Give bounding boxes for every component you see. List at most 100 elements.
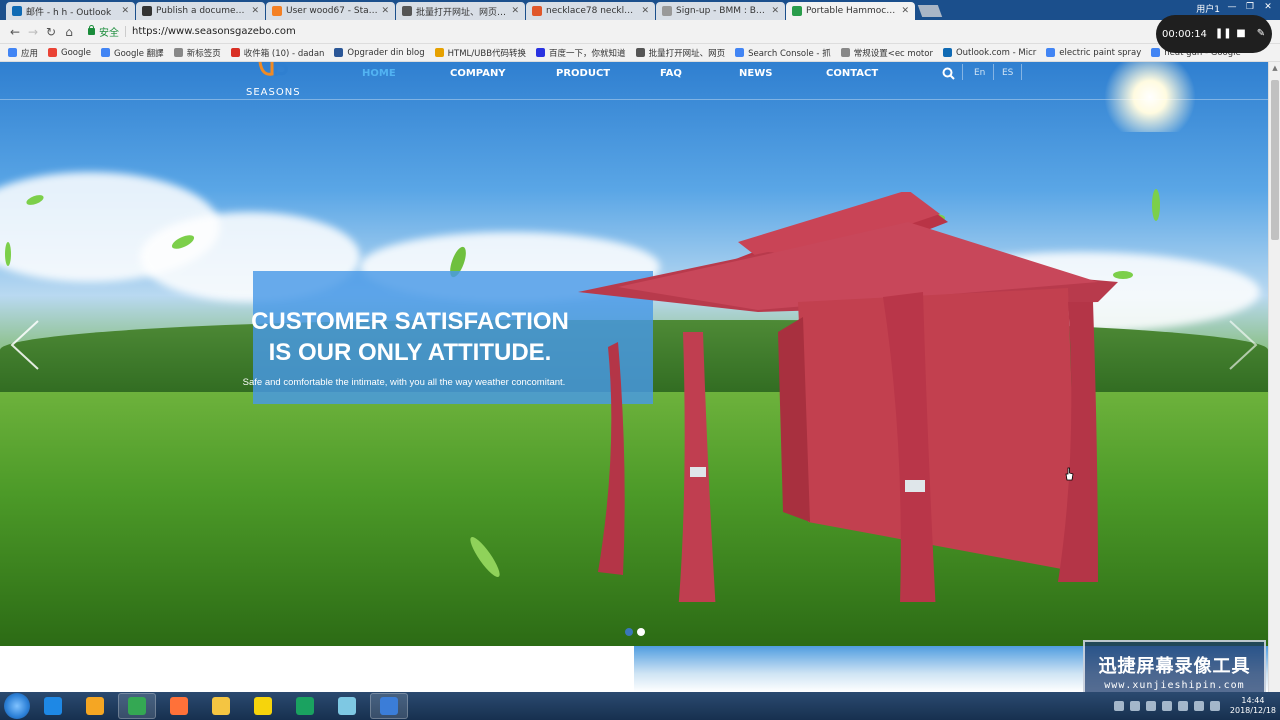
clock-time: 14:44 xyxy=(1241,696,1265,705)
nav-faq[interactable]: FAQ xyxy=(660,68,682,79)
minimize-button[interactable]: — xyxy=(1224,1,1240,13)
language-en[interactable]: En xyxy=(974,68,985,78)
browser-tab[interactable]: 批量打开网址、网页、网 ✕ xyxy=(396,2,525,20)
notes-icon xyxy=(254,697,272,715)
bookmark-item[interactable]: Google xyxy=(48,48,91,58)
maximize-button[interactable]: ❐ xyxy=(1242,1,1258,13)
stop-button[interactable]: ■ xyxy=(1235,28,1247,40)
tab-close-icon[interactable]: ✕ xyxy=(901,6,909,16)
back-button[interactable]: ← xyxy=(6,25,24,39)
chrome-icon xyxy=(128,697,146,715)
bookmark-label: HTML/UBB代码转换 xyxy=(447,48,527,59)
taskbar-app[interactable] xyxy=(370,693,408,719)
start-button-icon[interactable] xyxy=(4,693,30,719)
bookmark-item[interactable]: 收件箱 (10) - dadan xyxy=(230,47,325,59)
volume-icon[interactable] xyxy=(1209,701,1220,711)
window-controls: — ❐ ✕ xyxy=(1224,1,1276,13)
prev-slide-arrow-icon[interactable] xyxy=(6,317,46,373)
taskbar-app[interactable] xyxy=(160,693,198,719)
bookmark-label: 收件箱 (10) - dadan xyxy=(243,48,325,59)
bookmark-favicon-icon xyxy=(173,48,183,57)
new-tab-button[interactable] xyxy=(917,5,943,17)
bookmark-item[interactable]: electric paint spray xyxy=(1046,48,1141,58)
tab-close-icon[interactable]: ✕ xyxy=(641,6,649,16)
nav-home[interactable]: HOME xyxy=(362,68,396,79)
bookmark-favicon-icon xyxy=(536,48,546,57)
forward-button[interactable]: → xyxy=(24,25,42,39)
ie-icon xyxy=(44,697,62,715)
firefox-icon xyxy=(170,697,188,715)
bookmark-item[interactable]: 应用 xyxy=(8,47,38,59)
tray-icon[interactable] xyxy=(1145,701,1156,711)
scroll-up-icon[interactable]: ▲ xyxy=(1269,62,1280,74)
browser-tab[interactable]: 邮件 - h h - Outlook ✕ xyxy=(6,2,135,20)
bookmark-item[interactable]: Search Console - 抓 xyxy=(735,47,831,59)
slider-dot[interactable] xyxy=(625,628,633,636)
edit-button[interactable]: ✎ xyxy=(1255,28,1267,40)
taskbar-app[interactable] xyxy=(244,693,282,719)
search-icon[interactable] xyxy=(942,67,955,80)
bookmark-item[interactable]: 批量打开网址、网页 xyxy=(635,47,725,59)
bookmark-favicon-icon xyxy=(942,48,952,57)
bookmark-favicon-icon xyxy=(635,48,645,57)
tray-icon[interactable] xyxy=(1161,701,1172,711)
close-window-button[interactable]: ✕ xyxy=(1260,1,1276,13)
slider-dot[interactable] xyxy=(637,628,645,636)
url-field[interactable]: https://www.seasonsgazebo.com xyxy=(125,26,296,37)
bookmark-item[interactable]: Outlook.com - Micr xyxy=(942,47,1037,58)
profile-label[interactable]: 用户1 xyxy=(1196,2,1220,15)
app-icon xyxy=(338,697,356,715)
tray-icon[interactable] xyxy=(1113,701,1124,711)
network-icon[interactable] xyxy=(1193,701,1204,711)
home-button[interactable]: ⌂ xyxy=(60,25,78,39)
nav-company[interactable]: COMPANY xyxy=(450,68,506,79)
browser-tab[interactable]: Sign-up - BMM : Bache ✕ xyxy=(656,2,785,20)
taskbar-app[interactable] xyxy=(328,693,366,719)
taskbar-app[interactable] xyxy=(34,693,72,719)
tab-close-icon[interactable]: ✕ xyxy=(771,6,779,16)
bookmark-item[interactable]: 百度一下，你就知道 xyxy=(536,47,626,59)
bookmark-label: Outlook.com - Micr xyxy=(955,47,1037,58)
tab-close-icon[interactable]: ✕ xyxy=(511,6,519,16)
language-es[interactable]: ES xyxy=(1002,68,1013,78)
tray-icon[interactable] xyxy=(1177,701,1188,711)
tab-close-icon[interactable]: ✕ xyxy=(121,6,129,16)
tab-label: necklace78 necklace78 xyxy=(546,6,638,16)
reload-button[interactable]: ↻ xyxy=(42,25,60,39)
taskbar-app[interactable] xyxy=(76,693,114,719)
scrollbar-thumb[interactable] xyxy=(1271,80,1279,240)
browser-tab[interactable]: necklace78 necklace78✕ xyxy=(526,2,655,20)
nav-news[interactable]: NEWS xyxy=(739,68,772,79)
sheets-icon xyxy=(296,697,314,715)
divider xyxy=(993,64,994,80)
bookmark-item[interactable]: Opgrader din blog xyxy=(334,47,425,58)
favicon-icon xyxy=(792,6,802,16)
next-slide-arrow-icon[interactable] xyxy=(1222,317,1262,373)
content-section-left xyxy=(0,646,634,692)
logo-text[interactable]: SEASONS xyxy=(246,87,301,98)
browser-tab[interactable]: User wood67 - Stack O✕ xyxy=(266,2,395,20)
bookmark-item[interactable]: 常规设置<ec motor xyxy=(840,47,933,59)
hero-title: CUSTOMER SATISFACTION IS OUR ONLY ATTITU… xyxy=(240,306,580,368)
bookmark-item[interactable]: HTML/UBB代码转换 xyxy=(434,47,527,59)
system-clock[interactable]: 14:44 2018/12/18 xyxy=(1230,696,1276,716)
taskbar-app[interactable] xyxy=(286,693,324,719)
tab-label: 邮件 - h h - Outlook xyxy=(26,7,112,18)
tab-close-icon[interactable]: ✕ xyxy=(381,6,389,16)
bookmark-item[interactable]: 新标签页 xyxy=(173,47,221,59)
nav-contact[interactable]: CONTACT xyxy=(826,68,878,79)
tab-close-icon[interactable]: ✕ xyxy=(251,6,259,16)
secure-indicator[interactable]: 安全 xyxy=(88,24,119,39)
tray-icon[interactable] xyxy=(1129,701,1140,711)
bookmark-label: Opgrader din blog xyxy=(347,47,425,58)
bookmark-label: Google 翻譯 xyxy=(114,48,164,59)
pause-button[interactable]: ❚❚ xyxy=(1215,28,1232,40)
seasons-logo-icon[interactable] xyxy=(258,62,292,78)
page-scrollbar[interactable]: ▲ xyxy=(1268,62,1280,692)
browser-tab[interactable]: Publish a document | e✕ xyxy=(136,2,265,20)
browser-tab[interactable]: Portable Hammock Sup✕ xyxy=(786,2,915,20)
taskbar-app[interactable] xyxy=(118,693,156,719)
taskbar-app[interactable] xyxy=(202,693,240,719)
nav-product[interactable]: PRODUCT xyxy=(556,68,610,79)
bookmark-item[interactable]: Google 翻譯 xyxy=(101,47,164,59)
